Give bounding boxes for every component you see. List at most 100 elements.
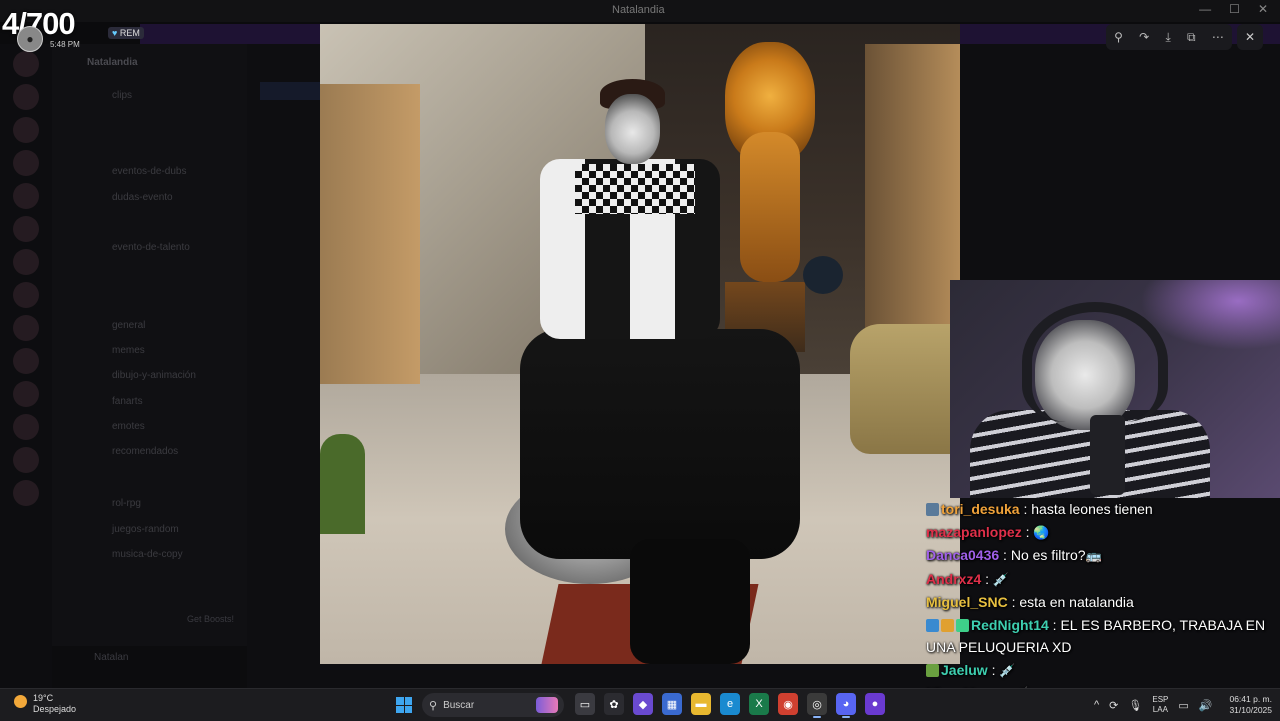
more-icon[interactable]: ⋯ — [1212, 30, 1224, 44]
chat-text: hasta leones tienen — [1031, 501, 1153, 517]
channel-item[interactable]: general — [112, 320, 145, 331]
barber-chair-right — [850, 324, 960, 454]
chat-username[interactable]: Andrxz4 — [926, 571, 981, 587]
taskbar-apps: ▭ ✿ ◆ ▦ ▬ e X ◉ ◎ ◕ ● — [575, 693, 885, 718]
server-icon[interactable] — [13, 447, 39, 473]
chat-separator: : — [999, 547, 1011, 563]
windows-logo-tile — [404, 697, 412, 705]
channel-item[interactable]: juegos-random — [112, 524, 179, 535]
channel-item[interactable]: rol-rpg — [112, 498, 141, 509]
download-icon[interactable]: ⤓ — [1165, 30, 1170, 45]
zoom-icon[interactable]: ⚲ — [1114, 30, 1123, 44]
chat-text: No es filtro? — [1010, 547, 1086, 563]
server-icon[interactable] — [13, 414, 39, 440]
copilot-icon[interactable]: ◆ — [633, 693, 653, 715]
chat-badge-icon — [941, 618, 954, 632]
server-icon[interactable] — [13, 84, 39, 110]
start-button[interactable] — [396, 697, 412, 713]
edge-icon[interactable]: e — [720, 693, 740, 715]
channel-item[interactable]: fanarts — [112, 396, 143, 407]
windows-logo-tile — [396, 705, 404, 713]
taskbar: 19°C Despejado ⚲ Buscar ▭ ✿ ◆ ▦ ▬ e X ◉ ◎ ◕ ● ^ ⟳ … — [0, 688, 1280, 721]
chat-badge-icon — [956, 618, 969, 632]
server-name[interactable]: Natalandia — [87, 57, 138, 68]
microphone — [1090, 415, 1125, 495]
clock[interactable]: 06:41 p. m. 31/10/2025 — [1226, 694, 1272, 716]
task-view-icon[interactable]: ▭ — [575, 693, 595, 715]
app-titlebar: Natalandia — ☐ ✕ — [0, 0, 1280, 22]
chat-separator: : — [1021, 523, 1034, 540]
system-tray: ^ ⟳ 🎙 ESP LAA ▭ 🔊 — [1094, 695, 1212, 715]
close-icon[interactable]: ✕ — [1237, 24, 1263, 50]
chat-text: esta en natalandia — [1019, 594, 1134, 610]
boost-banner[interactable]: Get Boosts! — [52, 604, 247, 638]
language-indicator[interactable]: ESP LAA — [1152, 695, 1168, 715]
server-icon[interactable] — [13, 282, 39, 308]
server-icon[interactable] — [13, 381, 39, 407]
channel-item[interactable]: memes — [112, 345, 145, 356]
server-icon[interactable] — [13, 117, 39, 143]
file-explorer-icon[interactable]: ▬ — [691, 693, 711, 715]
channel-item[interactable]: dibujo-y-animación — [112, 370, 196, 381]
chat-separator: : — [1019, 501, 1032, 517]
server-icon[interactable] — [13, 348, 39, 374]
chatgpt-icon[interactable]: ✿ — [604, 693, 624, 715]
maximize-button[interactable]: ☐ — [1229, 2, 1240, 16]
channel-item[interactable]: recomendados — [112, 446, 178, 457]
checkered-collar — [575, 164, 695, 214]
server-icon[interactable] — [13, 51, 39, 77]
minimize-button[interactable]: — — [1199, 2, 1211, 16]
chat-message: mazapanlopez : 🌏 — [926, 521, 1280, 545]
viewer-image[interactable] — [320, 24, 960, 664]
chat-badge-icon — [926, 503, 939, 516]
chat-username[interactable]: Danca0436 — [926, 547, 999, 563]
weather-icon — [14, 695, 27, 708]
search-icon: ⚲ — [429, 699, 438, 712]
chat-message: Andrxz4 : 💉 — [926, 568, 1280, 592]
server-icon[interactable] — [13, 315, 39, 341]
channel-list: Natalandia clips eventos-de-dubs dudas-e… — [52, 44, 247, 688]
chat-message: tori_desuka : hasta leones tienen — [926, 498, 1280, 521]
server-icon[interactable] — [13, 150, 39, 176]
channel-item[interactable]: clips — [112, 90, 132, 101]
display-icon[interactable]: ▭ — [1178, 699, 1188, 712]
search-placeholder: Buscar — [443, 699, 475, 711]
chrome-icon[interactable]: ◉ — [778, 693, 798, 715]
channel-item[interactable]: dudas-evento — [112, 192, 173, 203]
person-legs — [520, 329, 800, 559]
server-icon[interactable] — [13, 249, 39, 275]
taskbar-search[interactable]: ⚲ Buscar — [422, 693, 564, 717]
share-icon[interactable]: ↷ — [1139, 30, 1149, 44]
channel-item[interactable]: evento-de-talento — [112, 242, 190, 253]
chat-username[interactable]: tori_desuka — [941, 501, 1020, 517]
channel-notice — [260, 82, 320, 100]
person-in-costume — [480, 79, 810, 664]
obs-icon[interactable]: ◎ — [807, 693, 827, 718]
chat-separator: : — [987, 661, 1000, 678]
channel-item[interactable]: musica-de-copy — [112, 549, 183, 560]
sync-icon[interactable]: ⟳ — [1109, 699, 1118, 712]
chevron-up-icon[interactable]: ^ — [1094, 699, 1099, 711]
channel-item[interactable]: eventos-de-dubs — [112, 166, 187, 177]
server-icon[interactable] — [13, 480, 39, 506]
chat-emote-icon: 💉 — [992, 571, 1010, 587]
mic-icon[interactable]: 🎙 — [1128, 699, 1142, 712]
server-icon[interactable] — [13, 183, 39, 209]
volume-icon[interactable]: 🔊 — [1199, 699, 1213, 712]
close-window-button[interactable]: ✕ — [1258, 2, 1268, 16]
store-icon[interactable]: ▦ — [662, 693, 682, 715]
server-icon[interactable] — [13, 216, 39, 242]
server-rail — [0, 44, 52, 688]
discord-icon[interactable]: ◕ — [836, 693, 856, 718]
open-external-icon[interactable]: ⧉ — [1187, 30, 1196, 45]
excel-icon[interactable]: X — [749, 693, 769, 715]
chat-username[interactable]: Miguel_SNC — [926, 594, 1008, 610]
chat-username[interactable]: Jaeluw — [941, 662, 988, 678]
firefox-icon[interactable]: ● — [865, 693, 885, 715]
chat-username[interactable]: RedNight14 — [971, 617, 1049, 633]
chat-username[interactable]: mazapanlopez — [926, 524, 1022, 540]
chat-emote-icon: 🚌 — [1085, 548, 1102, 563]
webcam-feed — [950, 280, 1280, 498]
channel-item[interactable]: emotes — [112, 421, 145, 432]
windows-logo-tile — [404, 705, 412, 713]
